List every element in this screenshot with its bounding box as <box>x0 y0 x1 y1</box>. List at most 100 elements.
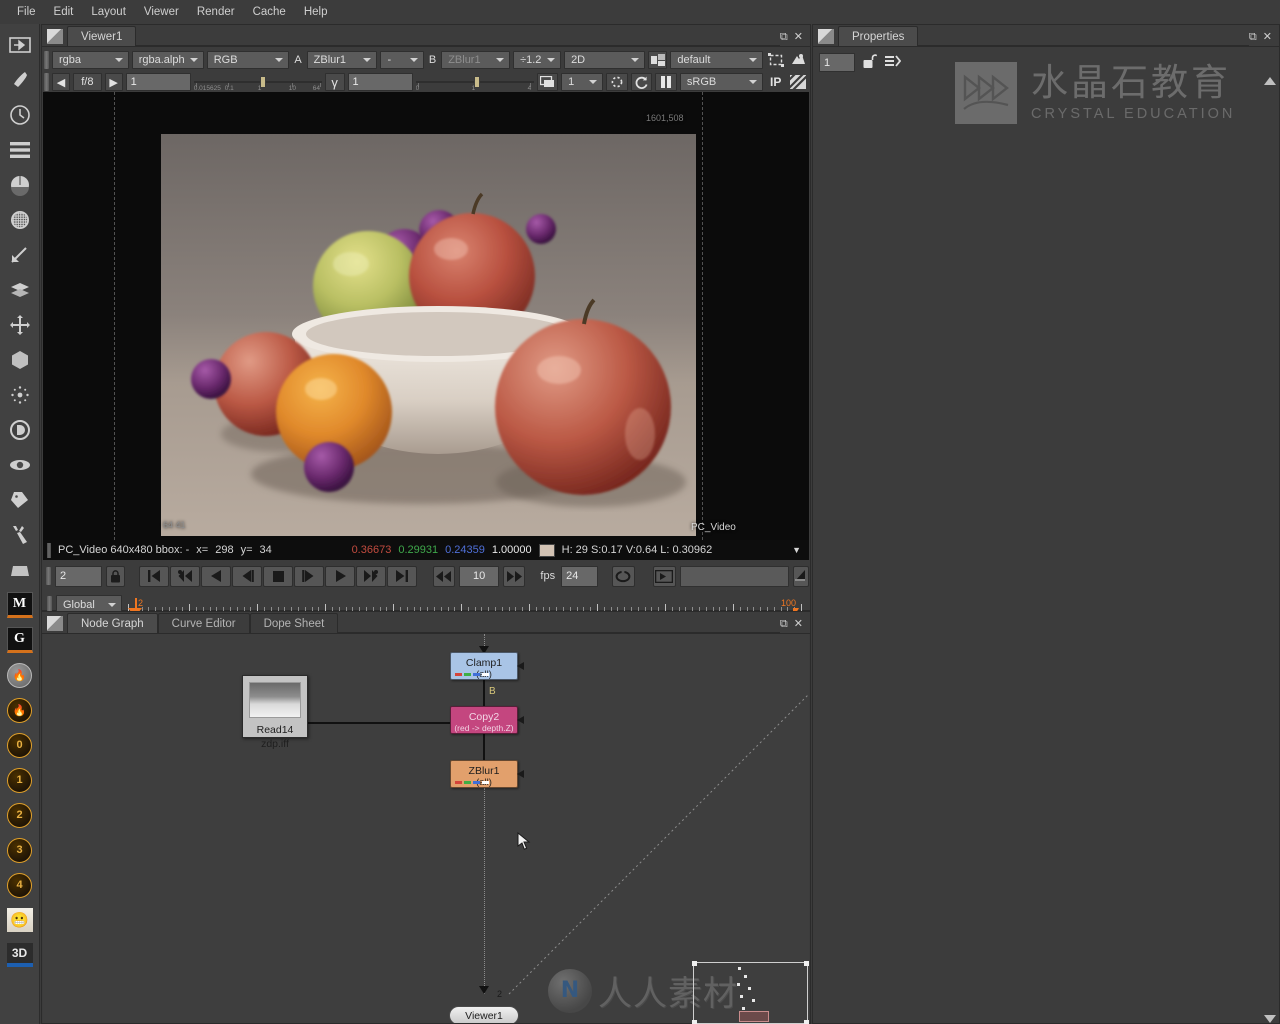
image-icon[interactable] <box>3 28 37 62</box>
tab-properties[interactable]: Properties <box>838 26 919 46</box>
furnace-disabled-icon[interactable]: 🔥 <box>3 658 37 692</box>
furnace-icon[interactable]: 🔥 <box>3 693 37 727</box>
marquee-handle-tl[interactable] <box>692 961 697 966</box>
step-forward-button[interactable] <box>294 565 325 587</box>
particle-icon[interactable] <box>3 378 37 412</box>
input-a-select[interactable]: ZBlur1 <box>306 51 378 69</box>
skip-back-icon[interactable] <box>433 565 456 587</box>
graph-float-icon[interactable]: ⧉ <box>780 619 788 630</box>
tag-icon[interactable] <box>3 483 37 517</box>
gamma-slider-thumb[interactable] <box>473 76 480 88</box>
menu-item-edit[interactable]: Edit <box>45 3 83 21</box>
lut-select[interactable]: sRGB <box>679 73 763 91</box>
furnace-0-icon[interactable]: 0 <box>3 728 37 762</box>
menu-item-cache[interactable]: Cache <box>244 3 295 21</box>
pause-icon[interactable] <box>655 73 677 91</box>
loop-icon[interactable] <box>611 565 635 587</box>
marquee-handle-bl[interactable] <box>692 1020 697 1024</box>
marquee-handle-tr[interactable] <box>804 961 809 966</box>
downrez-select[interactable]: 1 <box>561 73 604 91</box>
display-channel-select[interactable]: RGB <box>206 51 290 69</box>
pixel-head-icon[interactable]: 😬 <box>3 903 37 937</box>
clone-icon[interactable] <box>788 51 808 69</box>
properties-panel-grip[interactable] <box>818 29 834 44</box>
transform-icon[interactable] <box>3 308 37 342</box>
color-icon[interactable] <box>3 168 37 202</box>
checker-icon[interactable] <box>788 73 808 91</box>
menu-item-file[interactable]: File <box>8 3 45 21</box>
key-icon[interactable] <box>792 565 809 587</box>
viewer-close-icon[interactable]: ✕ <box>794 32 803 43</box>
gizmo-icon[interactable]: G <box>3 623 37 657</box>
fps-input[interactable]: 24 <box>561 565 598 587</box>
chevron-down-icon[interactable]: ▼ <box>792 545 801 555</box>
input-a-extra-select[interactable]: - <box>380 51 424 69</box>
gain-slider[interactable]: 0.015625 0.1 1 10 64 <box>193 73 322 91</box>
viewer-float-icon[interactable]: ⧉ <box>780 32 788 43</box>
unlock-icon[interactable] <box>863 53 878 72</box>
gamma-toggle-button[interactable]: γ <box>324 73 345 91</box>
frame-increment-input[interactable]: 10 <box>459 565 499 587</box>
menu-item-help[interactable]: Help <box>295 3 337 21</box>
go-to-end-button[interactable] <box>387 565 418 587</box>
menu-item-viewer[interactable]: Viewer <box>135 3 188 21</box>
properties-close-icon[interactable]: ✕ <box>1263 32 1272 43</box>
wipe-mode-select[interactable]: ÷1.2 <box>513 51 562 69</box>
marquee-handle-br[interactable] <box>804 1020 809 1024</box>
gamma-slider[interactable]: 0 1 4 <box>415 73 534 91</box>
fstop-up-button[interactable]: ▶ <box>104 73 123 91</box>
merge-icon[interactable] <box>3 273 37 307</box>
node-copy2[interactable]: Copy2 (red -> depth.Z) <box>450 706 524 734</box>
node-zblur1[interactable]: ZBlur1 (all) <box>450 760 524 788</box>
properties-page-input[interactable]: 1 <box>819 53 855 72</box>
viewer-process-select[interactable]: default <box>670 51 763 69</box>
eye-icon[interactable] <box>3 448 37 482</box>
node-read14[interactable]: Read14 zdp.iff <box>242 675 308 750</box>
playrange-input[interactable] <box>679 565 789 587</box>
furnace-1-icon[interactable]: 1 <box>3 763 37 797</box>
step-back-button[interactable] <box>232 565 263 587</box>
stop-button[interactable] <box>263 565 294 587</box>
tab-node-graph[interactable]: Node Graph <box>67 613 158 633</box>
status-grip[interactable] <box>47 542 51 558</box>
tab-dope-sheet[interactable]: Dope Sheet <box>249 613 339 633</box>
proxy-icon[interactable] <box>647 51 668 69</box>
gain-input[interactable]: 1 <box>125 73 191 91</box>
fstop-value[interactable]: f/8 <box>73 73 102 91</box>
controls-row2-grip[interactable] <box>44 73 49 91</box>
scroll-down-arrow[interactable] <box>1264 1015 1276 1023</box>
cube-icon[interactable] <box>3 343 37 377</box>
furnace-2-icon[interactable]: 2 <box>3 798 37 832</box>
view-mode-select[interactable]: 2D <box>564 51 645 69</box>
node-clamp1[interactable]: Clamp1 (all) <box>450 652 524 680</box>
input-b-select[interactable]: ZBlur1 <box>441 51 511 69</box>
current-frame-input[interactable]: 2 <box>55 565 102 587</box>
playrange-icon[interactable] <box>652 565 676 587</box>
lock-icon[interactable] <box>105 565 125 587</box>
next-keyframe-button[interactable] <box>356 565 387 587</box>
playbar-grip[interactable] <box>46 567 51 585</box>
time-icon[interactable] <box>3 98 37 132</box>
box-icon[interactable] <box>3 553 37 587</box>
deep-icon[interactable] <box>3 413 37 447</box>
filter-icon[interactable] <box>3 203 37 237</box>
go-to-start-button[interactable] <box>139 565 170 587</box>
roi-icon[interactable] <box>765 51 786 69</box>
viewer-image-area[interactable]: 64 41 1601,508 PC_Video <box>43 92 809 540</box>
layout-icon[interactable] <box>536 73 559 91</box>
draw-icon[interactable] <box>3 63 37 97</box>
cycle-icon[interactable] <box>630 73 653 91</box>
gain-slider-thumb[interactable] <box>259 76 266 88</box>
furnace-4-icon[interactable]: 4 <box>3 868 37 902</box>
scroll-up-arrow[interactable] <box>1264 77 1276 85</box>
tab-curve-editor[interactable]: Curve Editor <box>157 613 250 633</box>
furnace-3-icon[interactable]: 3 <box>3 833 37 867</box>
channel-icon[interactable] <box>3 133 37 167</box>
3d-stereo-icon[interactable]: 3D <box>3 938 37 972</box>
clear-all-icon[interactable] <box>885 54 902 71</box>
graph-close-icon[interactable]: ✕ <box>794 619 803 630</box>
previous-keyframe-button[interactable] <box>170 565 201 587</box>
fstop-down-button[interactable]: ◀ <box>52 73 70 91</box>
refresh-icon[interactable] <box>606 73 628 91</box>
menu-item-layout[interactable]: Layout <box>82 3 135 21</box>
